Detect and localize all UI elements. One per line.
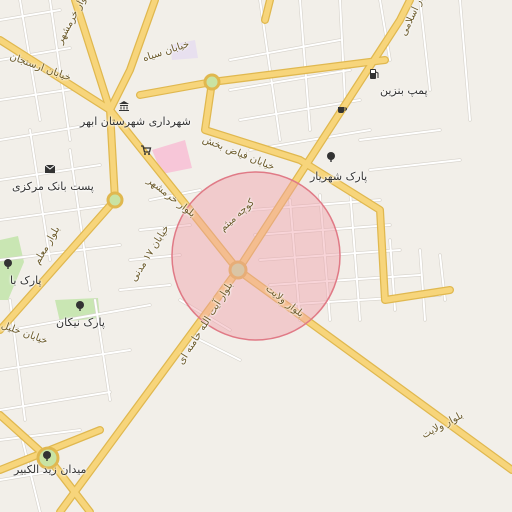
place-label: شهرداری شهرستان ابهر bbox=[80, 115, 191, 128]
cafe-icon[interactable] bbox=[336, 103, 350, 117]
roundabout-north bbox=[203, 73, 221, 91]
tree-icon[interactable] bbox=[2, 258, 16, 272]
place-label: پارک شهریار bbox=[310, 170, 368, 183]
place-label: پست بانک مرکزی bbox=[12, 180, 94, 193]
place-label: پمپ بنزین bbox=[380, 84, 428, 97]
place-label: پارک نیکان bbox=[56, 316, 105, 329]
place-label: میدان زید الکبیر bbox=[14, 463, 87, 476]
fuel-icon[interactable] bbox=[369, 68, 383, 82]
roundabout-west bbox=[106, 191, 124, 209]
location-highlight-circle bbox=[171, 171, 341, 341]
bank-icon[interactable] bbox=[118, 100, 132, 114]
tree-icon[interactable] bbox=[325, 151, 339, 165]
shopping-cart-icon[interactable] bbox=[140, 144, 154, 158]
tree-icon[interactable] bbox=[41, 450, 55, 464]
map-view[interactable]: بلوار خرمشهر خیابان سیاه خیابان ارسنجان … bbox=[0, 0, 512, 512]
place-label: پارک با bbox=[10, 274, 42, 287]
tree-icon[interactable] bbox=[74, 300, 88, 314]
post-icon[interactable] bbox=[44, 164, 58, 178]
